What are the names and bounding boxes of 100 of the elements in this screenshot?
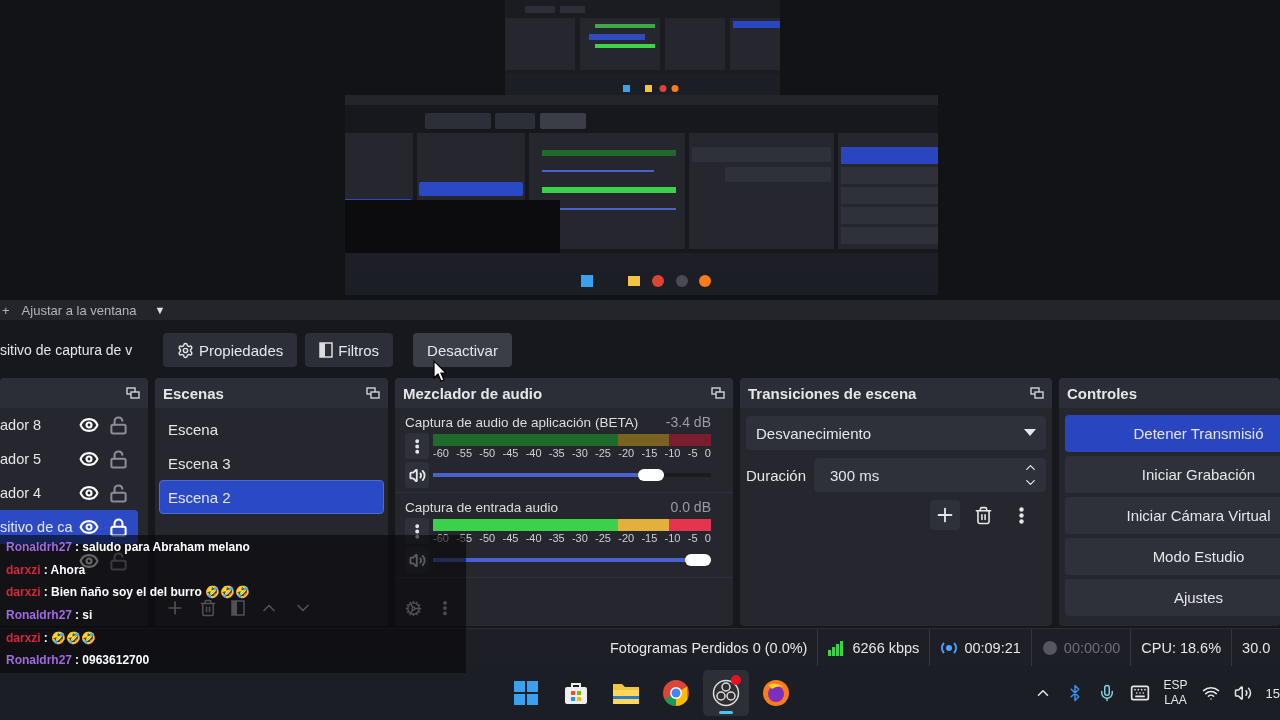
meter-scale-label: -45 (502, 446, 519, 459)
duration-label: Duración (746, 466, 807, 484)
chat-message: : 🤣🤣🤣 (43, 630, 97, 645)
filter-icon (319, 342, 334, 358)
chat-username: darxzi (6, 562, 41, 577)
unlock-icon[interactable] (109, 483, 128, 503)
scene-item[interactable]: Escena (159, 412, 384, 446)
meter-scale-label: -50 (479, 446, 496, 459)
source-item[interactable]: ador 5 (0, 442, 138, 476)
meter-scale-label: -40 (525, 446, 542, 459)
chat-message: : Ahora (43, 562, 86, 577)
more-icon (414, 523, 420, 539)
scene-item[interactable]: Escena 2 (159, 480, 384, 514)
control-button[interactable]: Detener Transmisió (1065, 415, 1280, 452)
caret-icon: ▼ (154, 304, 166, 316)
meter-scale-label: -30 (571, 446, 588, 459)
meter-scale-label: -55 (456, 446, 473, 459)
keyboard-icon[interactable] (1129, 683, 1150, 703)
panel-title: Escenas (163, 384, 224, 402)
trash-icon (973, 505, 993, 525)
meter-scale-label: 0 (704, 531, 711, 544)
add-button[interactable]: + (2, 302, 10, 318)
wifi-icon[interactable] (1201, 684, 1220, 702)
more-icon (414, 438, 420, 454)
volume-icon[interactable] (1233, 684, 1252, 702)
source-item[interactable]: ador 8 (0, 408, 138, 442)
meter-scale-label: -30 (571, 531, 588, 544)
more-icon (1018, 506, 1024, 524)
source-name: ador 4 (0, 485, 43, 501)
record-dot-icon (1041, 639, 1058, 656)
meter-scale-label: -20 (618, 531, 635, 544)
source-name: sitivo de ca (0, 519, 74, 535)
channel-name: Captura de audio de aplicación (BETA) (405, 414, 639, 430)
scene-item[interactable]: Escena 3 (159, 446, 384, 480)
meter-scale-label: -20 (618, 446, 635, 459)
meter-scale-label: -15 (641, 446, 658, 459)
panel-title: Controles (1067, 384, 1137, 402)
eye-icon[interactable] (79, 517, 99, 537)
clock-text[interactable]: 15 (1265, 685, 1280, 701)
meter-scale-label: -5 (687, 446, 698, 459)
shopping-bag-icon (563, 680, 589, 706)
broadcast-icon (940, 639, 959, 656)
transition-select[interactable]: Desvanecimiento (746, 416, 1046, 450)
volume-handle[interactable] (685, 554, 711, 566)
bitrate-text: 6266 kbps (852, 639, 920, 656)
speaker-icon (408, 466, 426, 484)
channel-level-reading: -3.4 dB (665, 414, 711, 430)
toolbar-button[interactable]: Filtros (305, 333, 394, 367)
meter-scale-label: -10 (664, 531, 681, 544)
control-button[interactable]: Iniciar Cámara Virtual (1065, 497, 1280, 534)
channel-menu-button[interactable] (405, 518, 429, 544)
meter-scale-label: -60 (433, 531, 449, 544)
volume-handle[interactable] (637, 469, 664, 481)
meter-scale-label: -55 (456, 531, 473, 544)
source-item[interactable]: ador 4 (0, 476, 138, 510)
unlock-icon[interactable] (109, 415, 128, 435)
mouse-cursor-icon (433, 360, 447, 382)
chat-message: : si (75, 608, 93, 623)
windows-logo-icon (513, 680, 539, 706)
channel-level-reading: 0.0 dB (670, 499, 711, 515)
meter-scale-label: -50 (479, 531, 496, 544)
meter-scale-label: -15 (641, 531, 658, 544)
channel-menu-button[interactable] (405, 433, 429, 459)
eye-icon[interactable] (79, 449, 99, 469)
eye-icon[interactable] (79, 415, 99, 435)
undock-icon[interactable] (366, 387, 380, 399)
dropped-frames-text: Fotogramas Perdidos 0 (0.0%) (610, 639, 808, 656)
panel-title: Mezclador de audio (403, 384, 543, 402)
lock-icon[interactable] (109, 517, 128, 537)
chat-username: Ronaldrh27 (6, 608, 72, 623)
chat-message: : Bien ñaño soy el del burro 🤣🤣🤣 (43, 585, 251, 600)
chrome-icon (662, 679, 690, 707)
scale-dropdown[interactable]: Ajustar a la ventana ▼ (21, 302, 166, 318)
channel-name: Captura de entrada audio (405, 499, 559, 515)
control-button[interactable]: Modo Estudio (1065, 538, 1280, 575)
toolbar-button[interactable]: Propiedades (163, 333, 298, 367)
meter-scale-label: 0 (704, 446, 711, 459)
undock-icon[interactable] (711, 387, 725, 399)
mute-button[interactable] (405, 462, 429, 488)
meter-scale-label: -10 (664, 446, 681, 459)
meter-scale-label: -45 (502, 531, 519, 544)
eye-icon[interactable] (79, 483, 99, 503)
meter-scale-label: -60 (433, 446, 449, 459)
record-time-text: 00:00:00 (1063, 639, 1121, 656)
input-language-text[interactable]: ESP (1163, 678, 1188, 693)
taskbar-app-button[interactable] (703, 670, 749, 716)
chat-username: darxzi (6, 630, 41, 645)
meter-scale-label: -35 (548, 531, 565, 544)
control-button[interactable]: Ajustes (1065, 579, 1280, 616)
control-button[interactable]: Iniciar Grabación (1065, 456, 1280, 493)
undock-icon[interactable] (1030, 387, 1044, 399)
chat-username: Ronaldrh27 (6, 653, 72, 668)
toolbar-button[interactable]: Desactivar (413, 333, 512, 367)
duration-field[interactable]: 300 ms (814, 458, 1046, 492)
add-button[interactable] (930, 500, 960, 530)
dropdown-arrow-icon (1024, 429, 1036, 437)
obs-logo-icon (712, 679, 740, 707)
unlock-icon[interactable] (109, 449, 128, 469)
undock-icon[interactable] (126, 387, 140, 399)
input-language-text[interactable]: LAA (1164, 693, 1187, 708)
